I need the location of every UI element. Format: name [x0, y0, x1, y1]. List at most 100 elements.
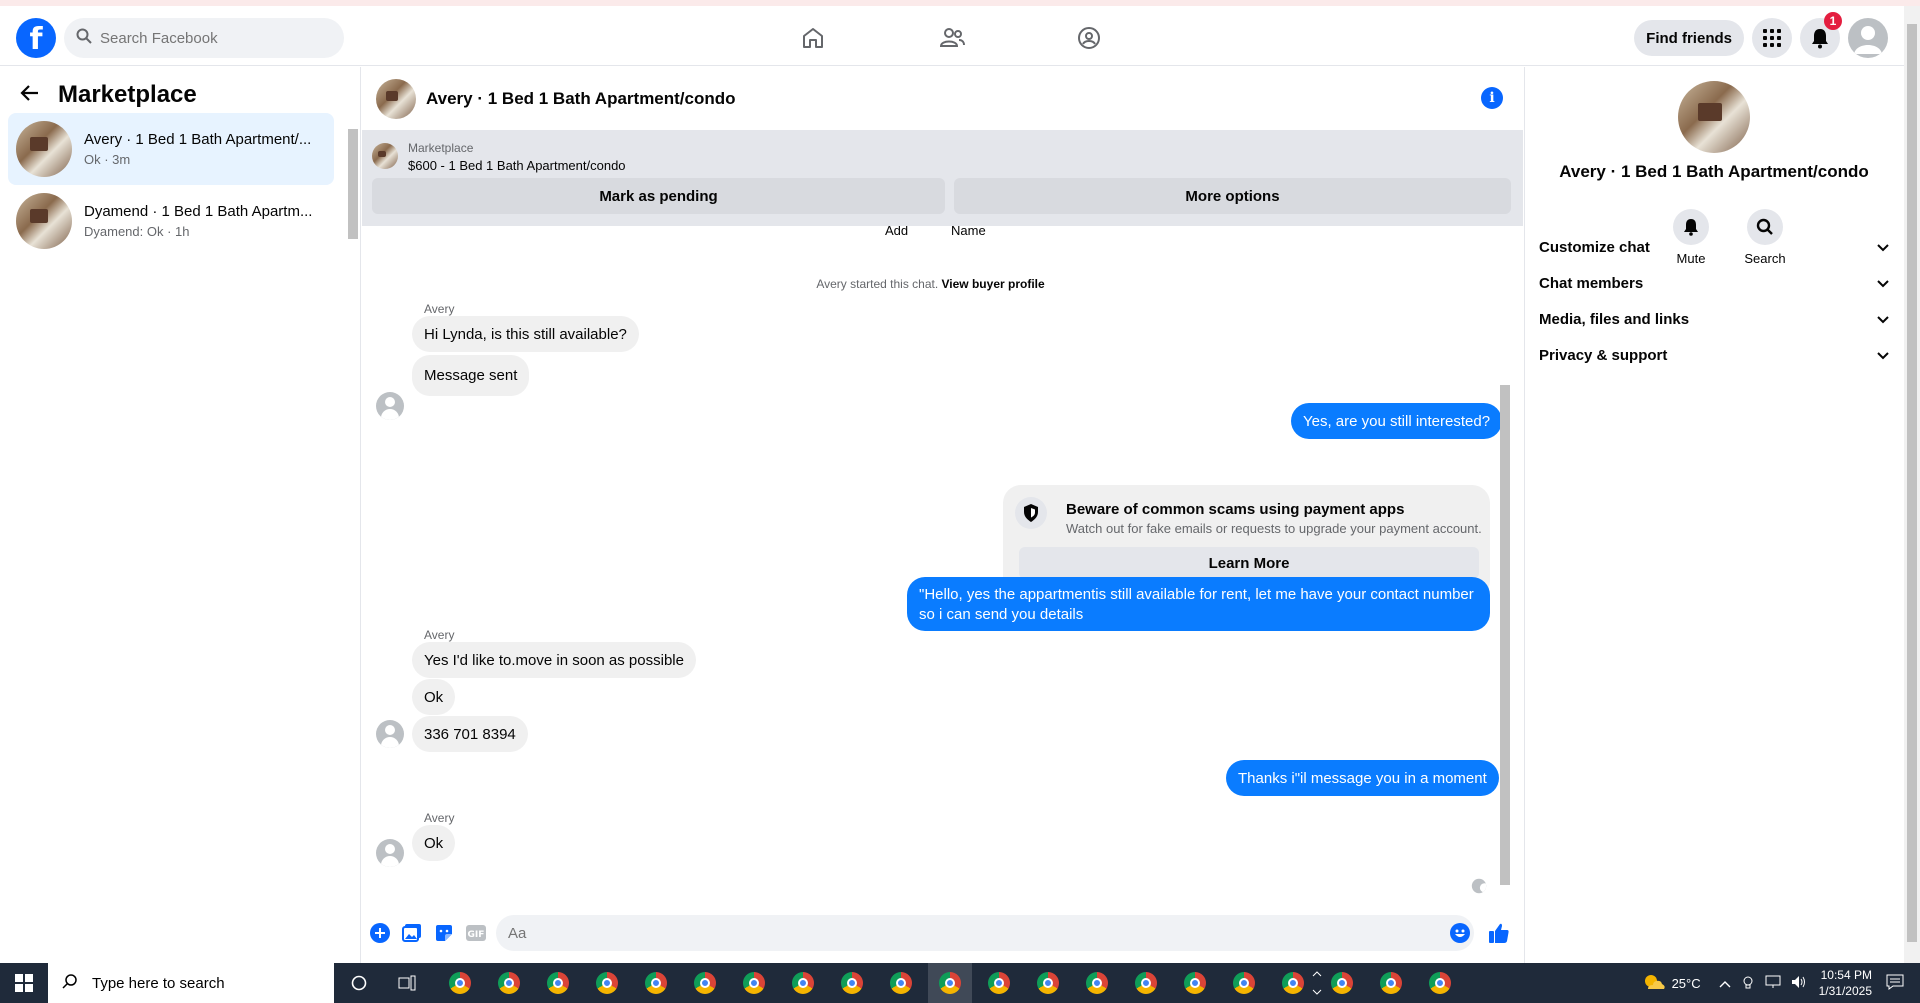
chrome-icon — [792, 972, 814, 994]
page-scrollbar[interactable] — [1904, 6, 1920, 963]
find-friends-button[interactable]: Find friends — [1634, 20, 1744, 56]
chat-avatar[interactable] — [376, 78, 416, 119]
listing-price-title[interactable]: $600 - 1 Bed 1 Bath Apartment/condo — [408, 158, 626, 173]
browser-taskbar-icon[interactable] — [1426, 969, 1454, 997]
photo-icon[interactable] — [400, 921, 424, 945]
info-icon[interactable]: i — [1481, 87, 1503, 109]
chevron-down-icon — [1877, 347, 1889, 364]
chrome-icon — [1037, 972, 1059, 994]
browser-taskbar-icon[interactable] — [1279, 969, 1307, 997]
search-input[interactable] — [100, 29, 320, 47]
cortana-icon[interactable] — [345, 969, 373, 997]
thumbs-up-icon[interactable] — [1487, 921, 1511, 945]
message-bubble[interactable]: Hi Lynda, is this still available? — [412, 316, 639, 352]
conversation-preview: Dyamend: Ok · 1h — [84, 224, 190, 239]
listing-label: Marketplace — [408, 141, 474, 155]
details-avatar[interactable] — [1678, 81, 1750, 153]
browser-taskbar-icon[interactable] — [1328, 969, 1356, 997]
browser-taskbar-icon[interactable] — [1377, 969, 1405, 997]
back-arrow-icon[interactable] — [20, 84, 40, 107]
browser-taskbar-icon[interactable] — [593, 969, 621, 997]
conversation-title: Avery · 1 Bed 1 Bath Apartment/... — [84, 131, 312, 148]
sender-avatar[interactable] — [376, 839, 404, 867]
chat-scrollbar[interactable] — [1499, 230, 1511, 900]
emoji-icon[interactable] — [1448, 921, 1472, 945]
message-bubble[interactable]: Ok — [412, 679, 456, 715]
browser-taskbar-icon[interactable] — [495, 969, 523, 997]
chat-title[interactable]: Avery · 1 Bed 1 Bath Apartment/condo — [426, 89, 736, 109]
browser-taskbar-icon[interactable] — [789, 969, 817, 997]
facebook-search[interactable] — [64, 18, 344, 58]
taskbar-clock[interactable]: 10:54 PM 1/31/2025 — [1819, 967, 1872, 999]
browser-taskbar-icon[interactable] — [1132, 969, 1160, 997]
windows-start-icon[interactable] — [0, 963, 48, 1003]
my-message-bubble[interactable]: Thanks i"il message you in a moment — [1226, 760, 1499, 796]
network-icon[interactable] — [1765, 975, 1781, 992]
shield-icon — [1015, 497, 1047, 529]
chevron-up-icon[interactable] — [1719, 976, 1731, 991]
browser-taskbar-icon[interactable] — [740, 969, 768, 997]
sender-avatar[interactable] — [376, 720, 404, 748]
chrome-icon — [1135, 972, 1157, 994]
task-view-icon[interactable] — [393, 969, 421, 997]
learn-more-button[interactable]: Learn More — [1019, 547, 1479, 579]
more-options-button[interactable]: More options — [954, 178, 1511, 214]
groups-icon[interactable] — [1061, 20, 1117, 56]
header-actions: Find friends 1 — [1634, 12, 1888, 58]
chrome-icon — [1429, 972, 1451, 994]
browser-taskbar-icon[interactable] — [887, 969, 915, 997]
message-bubble[interactable]: Yes I'd like to.move in soon as possible — [412, 642, 696, 678]
message-input[interactable] — [496, 915, 1474, 951]
browser-taskbar-icon[interactable] — [544, 969, 572, 997]
profile-avatar[interactable] — [1848, 18, 1888, 58]
chat-header: Avery · 1 Bed 1 Bath Apartment/condo i — [362, 67, 1523, 131]
sender-avatar[interactable] — [376, 392, 404, 420]
view-buyer-profile-link[interactable]: View buyer profile — [942, 277, 1045, 291]
chevron-down-icon — [1877, 311, 1889, 328]
conversation-item[interactable]: Avery · 1 Bed 1 Bath Apartment/... Ok · … — [8, 113, 334, 185]
search-icon — [76, 28, 92, 49]
details-title: Avery · 1 Bed 1 Bath Apartment/condo — [1559, 162, 1869, 181]
browser-taskbar-icon[interactable] — [838, 969, 866, 997]
privacy-support-section[interactable]: Privacy & support — [1539, 333, 1889, 377]
browser-taskbar-icon[interactable] — [928, 963, 972, 1003]
volume-icon[interactable] — [1791, 975, 1807, 992]
my-message-bubble[interactable]: "Hello, yes the appartmentis still avail… — [907, 577, 1490, 631]
scam-warning-title: Beware of common scams using payment app… — [1066, 501, 1405, 518]
sticker-icon[interactable] — [432, 921, 456, 945]
my-message-bubble[interactable]: Yes, are you still interested? — [1291, 403, 1503, 439]
meet-icon[interactable] — [1741, 975, 1755, 992]
browser-taskbar-icon[interactable] — [985, 969, 1013, 997]
temperature[interactable]: 25°C — [1672, 976, 1701, 991]
cut-off-label: Name — [951, 226, 986, 238]
message-bubble[interactable]: Message sent — [412, 355, 530, 396]
notification-center-icon[interactable] — [1886, 974, 1904, 993]
conversation-preview: Ok · 3m — [84, 152, 131, 167]
browser-taskbar-icon[interactable] — [1230, 969, 1258, 997]
page-title: Marketplace — [58, 81, 197, 108]
browser-taskbar-icon[interactable] — [1083, 969, 1111, 997]
browser-taskbar-icon[interactable] — [1034, 969, 1062, 997]
listing-thumbnail — [16, 193, 72, 249]
browser-taskbar-icon[interactable] — [446, 969, 474, 997]
mark-as-pending-button[interactable]: Mark as pending — [372, 178, 945, 214]
notification-badge: 1 — [1824, 12, 1842, 30]
home-icon[interactable] — [785, 20, 841, 56]
message-bubble[interactable]: Ok — [412, 825, 456, 861]
weather-icon[interactable] — [1642, 973, 1666, 994]
gif-icon[interactable]: GIF — [464, 921, 488, 945]
browser-taskbar-icon[interactable] — [1181, 969, 1209, 997]
taskbar-search[interactable]: Type here to search — [48, 963, 334, 1003]
chevron-up-icon[interactable] — [1312, 969, 1322, 1000]
message-bubble[interactable]: 336 701 8394 — [412, 716, 528, 752]
plus-circle-icon[interactable] — [368, 921, 392, 945]
menu-grid-icon[interactable] — [1752, 18, 1792, 58]
conversation-item[interactable]: Dyamend · 1 Bed 1 Bath Apartm... Dyamend… — [8, 185, 334, 257]
browser-taskbar-icon[interactable] — [691, 969, 719, 997]
chat-started-notice: Avery started this chat. View buyer prof… — [816, 277, 1045, 291]
friends-icon[interactable] — [924, 20, 980, 56]
notifications-bell-icon[interactable]: 1 — [1800, 12, 1842, 58]
facebook-logo[interactable]: f — [16, 18, 56, 58]
browser-taskbar-icon[interactable] — [642, 969, 670, 997]
sidebar-scrollbar[interactable] — [346, 117, 358, 257]
